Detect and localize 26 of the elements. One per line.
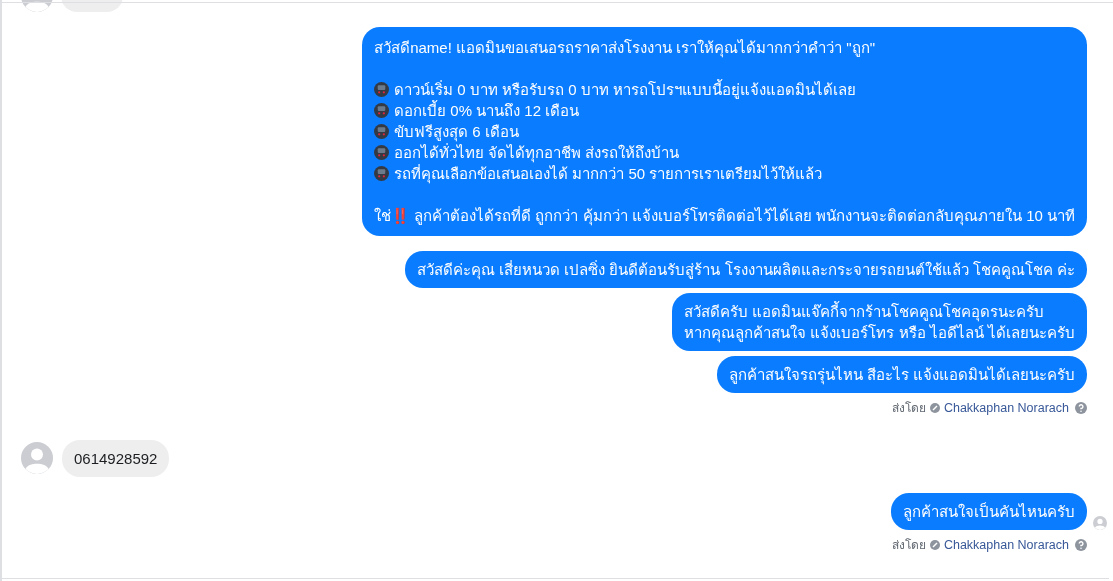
train-icon xyxy=(374,103,390,118)
message-text: หากคุณลูกค้าสนใจ แจ้งเบอร์โทร หรือ ไอดีไลน์ ได้เลยนะครับ xyxy=(684,323,1075,343)
train-icon xyxy=(374,82,390,97)
message-text: 0614928592 xyxy=(74,448,158,469)
message-text: รถที่คุณเลือกข้อเสนอเองได้ มากกว่า 50 รายการเราเตรียมไว้ให้แล้ว xyxy=(394,163,823,184)
train-icon xyxy=(374,145,390,160)
help-icon[interactable] xyxy=(1075,539,1087,552)
verified-icon xyxy=(929,540,940,551)
sender-link[interactable]: Chakkaphan Norarach xyxy=(943,399,1069,418)
message-text: สวัสดีname! แอดมินขอเสนอรถราคาส่งโรงงาน เราให้คุณได้มากกว่าคำว่า "ถูก" xyxy=(374,38,876,58)
train-icon xyxy=(374,166,390,181)
message-text: ลูกค้าสนใจเป็นคันไหนครับ xyxy=(903,501,1075,522)
message-text: สวัสดีครับ แอดมินแจ๊คกี้จากร้านโชคคูณโชคอุดรนะครับ xyxy=(684,301,1046,322)
help-icon[interactable] xyxy=(1075,402,1087,415)
verified-icon xyxy=(929,403,940,414)
train-icon xyxy=(374,124,390,139)
message-text: ดอกเบี้ย 0% นานถึง 12 เดือน xyxy=(394,100,580,121)
sender-link[interactable]: Chakkaphan Norarach xyxy=(943,535,1069,555)
message-text: ใช่‼ ลูกค้าต้องได้รถที่ดี ถูกกว่า คุ้มกว่า แจ้งเบอร์โทรติดต่อไว้ได้เลย พนักงานจะติดต่อกลับคุณภายใน 10 นาที xyxy=(374,205,1075,226)
message-text: ขับฟรีสูงสุด 6 เดือน xyxy=(394,122,519,142)
message-text: ออกได้ทั่วไทย จัดได้ทุกอาชีพ ส่งรถให้ถึงบ้าน xyxy=(394,142,680,163)
message-text: สวัสดีค่ะคุณ เสี่ยหนวด เปลซิ่ง ยินดีต้อนรับสู่ร้าน โรงงานผลิตและกระจายรถยนต์ใช้แล้ว โชคคูณโชค ค่ะ xyxy=(417,259,1075,280)
sent-by-label: ส่งโดย xyxy=(891,400,926,418)
message-text: ลูกค้าสนใจรถรุ่นไหน สีอะไร แจ้งแอดมินได้เลยนะครับ xyxy=(728,365,1075,385)
sent-by-label: ส่งโดย xyxy=(891,537,926,555)
message-text: ดาวน์เริ่ม 0 บาท หรือรับรถ 0 บาท หารถโปรฯแบบนี้อยู่แจ้งแอดมินได้เลย xyxy=(394,79,856,100)
